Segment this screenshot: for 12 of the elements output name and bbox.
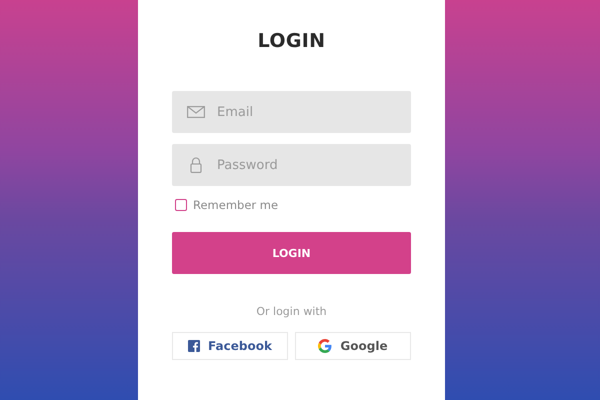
facebook-icon: [188, 340, 200, 352]
login-title: LOGIN: [258, 30, 326, 52]
remember-label: Remember me: [193, 198, 278, 212]
login-button[interactable]: LOGIN: [172, 232, 411, 274]
remember-checkbox[interactable]: [175, 199, 187, 211]
google-icon: [318, 339, 332, 353]
password-field[interactable]: Password: [172, 144, 411, 186]
google-button[interactable]: Google: [295, 332, 411, 360]
divider-text: Or login with: [256, 305, 327, 318]
mail-icon: [187, 106, 205, 118]
facebook-button[interactable]: Facebook: [172, 332, 288, 360]
email-field[interactable]: Email: [172, 91, 411, 133]
